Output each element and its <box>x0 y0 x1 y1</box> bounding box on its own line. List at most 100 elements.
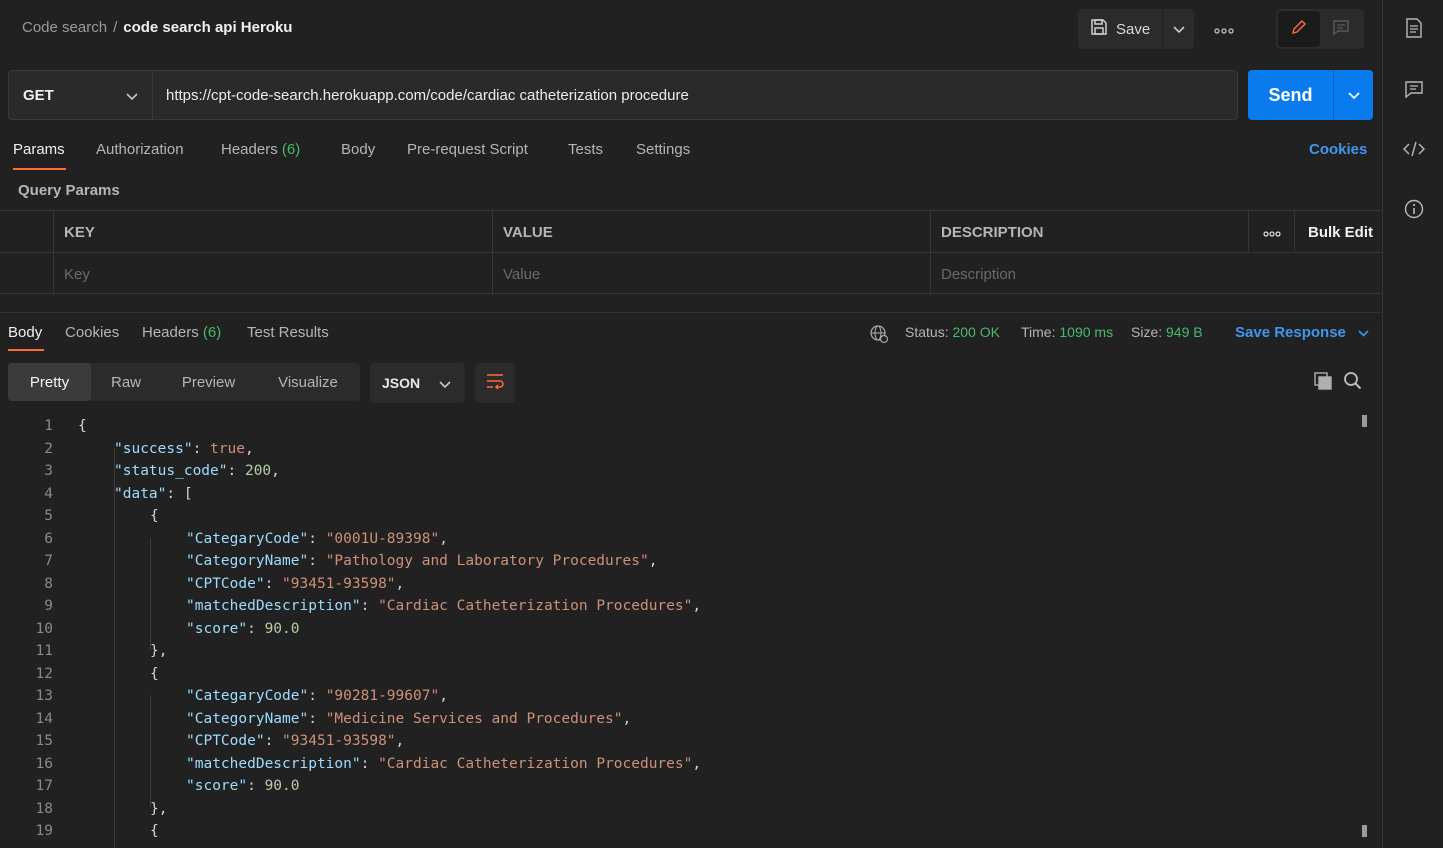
edit-mode-button[interactable] <box>1278 11 1320 47</box>
search-icon[interactable] <box>1343 371 1363 395</box>
code-token: "data" <box>114 485 167 502</box>
method-select[interactable]: GET <box>8 70 153 120</box>
code-token: "CategaryCode" <box>186 688 309 704</box>
code-text: "CategaryCode": "0001U-89398", <box>186 528 448 550</box>
tab-body[interactable]: Body <box>341 141 375 158</box>
view-raw-button[interactable]: Raw <box>91 363 161 401</box>
value-header: VALUE <box>492 211 931 253</box>
breadcrumb-parent[interactable]: Code search <box>22 19 107 36</box>
code-token: : [ <box>166 485 193 502</box>
response-body-viewer[interactable]: 1{2 "success": true, 3 "status_code": 200, 4… <box>0 415 1360 848</box>
code-text: "CategoryName": "Medicine Services and P… <box>186 708 631 730</box>
tab-headers[interactable]: Headers (6) <box>221 141 300 158</box>
save-icon <box>1090 18 1108 40</box>
send-label: Send <box>1268 84 1313 105</box>
active-tab-indicator <box>13 168 66 170</box>
code-icon[interactable] <box>1403 138 1425 160</box>
scrollbar-bottom-marker[interactable] <box>1362 825 1367 837</box>
view-visualize-button[interactable]: Visualize <box>256 363 360 401</box>
format-label: JSON <box>382 375 421 391</box>
pane-divider[interactable] <box>0 312 1382 313</box>
code-line: 19 { <box>0 820 1350 842</box>
code-token: : <box>308 530 326 547</box>
response-tab-cookies[interactable]: Cookies <box>65 324 119 341</box>
size-indicator[interactable]: Size: 949 B <box>1131 324 1203 340</box>
code-token: "CategaryCode" <box>186 530 309 547</box>
response-tab-headers[interactable]: Headers (6) <box>142 324 221 341</box>
code-line: 3 "status_code": 200, <box>0 460 1350 482</box>
documentation-icon[interactable] <box>1403 17 1425 39</box>
cookies-link[interactable]: Cookies <box>1309 141 1367 158</box>
code-line: 4 "data": [ <box>0 483 1350 505</box>
response-tab-test-results[interactable]: Test Results <box>247 324 329 341</box>
code-token: }, <box>150 643 168 659</box>
code-token: : <box>360 598 379 614</box>
bulk-edit-button[interactable]: Bulk Edit <box>1294 211 1382 253</box>
code-token: "CPTCode" <box>186 733 265 749</box>
code-line: 10 "score": 90.0 <box>0 618 1350 640</box>
save-response-button[interactable]: Save Response <box>1235 324 1369 341</box>
query-params-table: KEY VALUE DESCRIPTION Bulk Edit Key Valu… <box>0 210 1382 295</box>
send-button[interactable]: Send <box>1248 70 1333 120</box>
key-input[interactable]: Key <box>53 253 492 295</box>
code-token: "matchedDescription" <box>186 598 361 614</box>
code-text: }, <box>150 798 167 820</box>
code-text: "matchedDescription": "Cardiac Catheteri… <box>186 595 701 617</box>
tab-label: Body <box>8 324 43 341</box>
line-number: 7 <box>44 553 53 569</box>
comments-icon[interactable] <box>1403 78 1425 100</box>
tab-tests[interactable]: Tests <box>568 141 603 158</box>
code-token: 200 <box>244 463 272 479</box>
copy-icon[interactable] <box>1313 371 1333 395</box>
response-tab-body[interactable]: Body <box>8 324 42 341</box>
info-icon[interactable] <box>1403 198 1425 220</box>
wrap-lines-icon <box>485 372 505 394</box>
code-token: , <box>271 463 280 479</box>
value-input[interactable]: Value <box>492 253 931 295</box>
tab-pre-request-script[interactable]: Pre-request Script <box>407 141 528 158</box>
line-number: 17 <box>35 778 53 794</box>
tab-label: Body <box>341 141 376 158</box>
tab-authorization[interactable]: Authorization <box>96 141 184 158</box>
tab-settings[interactable]: Settings <box>636 141 690 158</box>
globe-network-icon[interactable] <box>869 324 889 348</box>
format-select[interactable]: JSON <box>370 363 465 403</box>
code-token: , <box>244 440 254 457</box>
table-options-button[interactable] <box>1248 211 1294 253</box>
code-token: : <box>264 733 283 749</box>
code-line: 11}, <box>0 640 1350 662</box>
code-token: "score" <box>186 620 248 637</box>
more-actions-button[interactable] <box>1206 19 1242 39</box>
code-text: { <box>150 663 159 685</box>
description-input[interactable]: Description <box>930 253 1382 295</box>
time-indicator[interactable]: Time: 1090 ms <box>1021 324 1113 340</box>
code-line: 16 "matchedDescription": "Cardiac Cathete… <box>0 753 1350 775</box>
view-preview-button[interactable]: Preview <box>161 363 256 401</box>
request-name[interactable]: code search api Heroku <box>123 19 292 36</box>
line-number: 3 <box>44 463 53 479</box>
request-tabs: Params Authorization Headers (6) Body Pr… <box>0 138 1382 172</box>
breadcrumb: Code search / code search api Heroku <box>22 19 292 36</box>
size-value: 949 B <box>1166 324 1203 340</box>
line-number: 5 <box>44 508 53 524</box>
code-token: "Medicine Services and Procedures" <box>325 710 623 727</box>
code-token: "0001U-89398" <box>325 530 440 547</box>
method-label: GET <box>23 86 54 104</box>
status-indicator[interactable]: Status: 200 OK <box>905 324 1000 340</box>
tab-label: Cookies <box>65 324 120 341</box>
view-pretty-button[interactable]: Pretty <box>8 363 91 401</box>
wrap-lines-button[interactable] <box>475 363 515 403</box>
line-number: 11 <box>35 643 53 659</box>
send-dropdown-button[interactable] <box>1333 70 1373 120</box>
save-button[interactable]: Save <box>1078 9 1162 49</box>
scrollbar-top-marker[interactable] <box>1362 415 1367 427</box>
code-token: : <box>227 463 245 479</box>
line-number: 19 <box>35 823 53 839</box>
tab-params[interactable]: Params <box>13 141 65 158</box>
code-token: "Cardiac Catheterization Procedures" <box>378 598 693 614</box>
code-token: : <box>308 688 326 704</box>
code-token: { <box>150 665 159 682</box>
comment-mode-button[interactable] <box>1320 11 1362 47</box>
save-dropdown-button[interactable] <box>1163 9 1194 49</box>
url-input[interactable]: https://cpt-code-search.herokuapp.com/co… <box>152 70 1238 120</box>
